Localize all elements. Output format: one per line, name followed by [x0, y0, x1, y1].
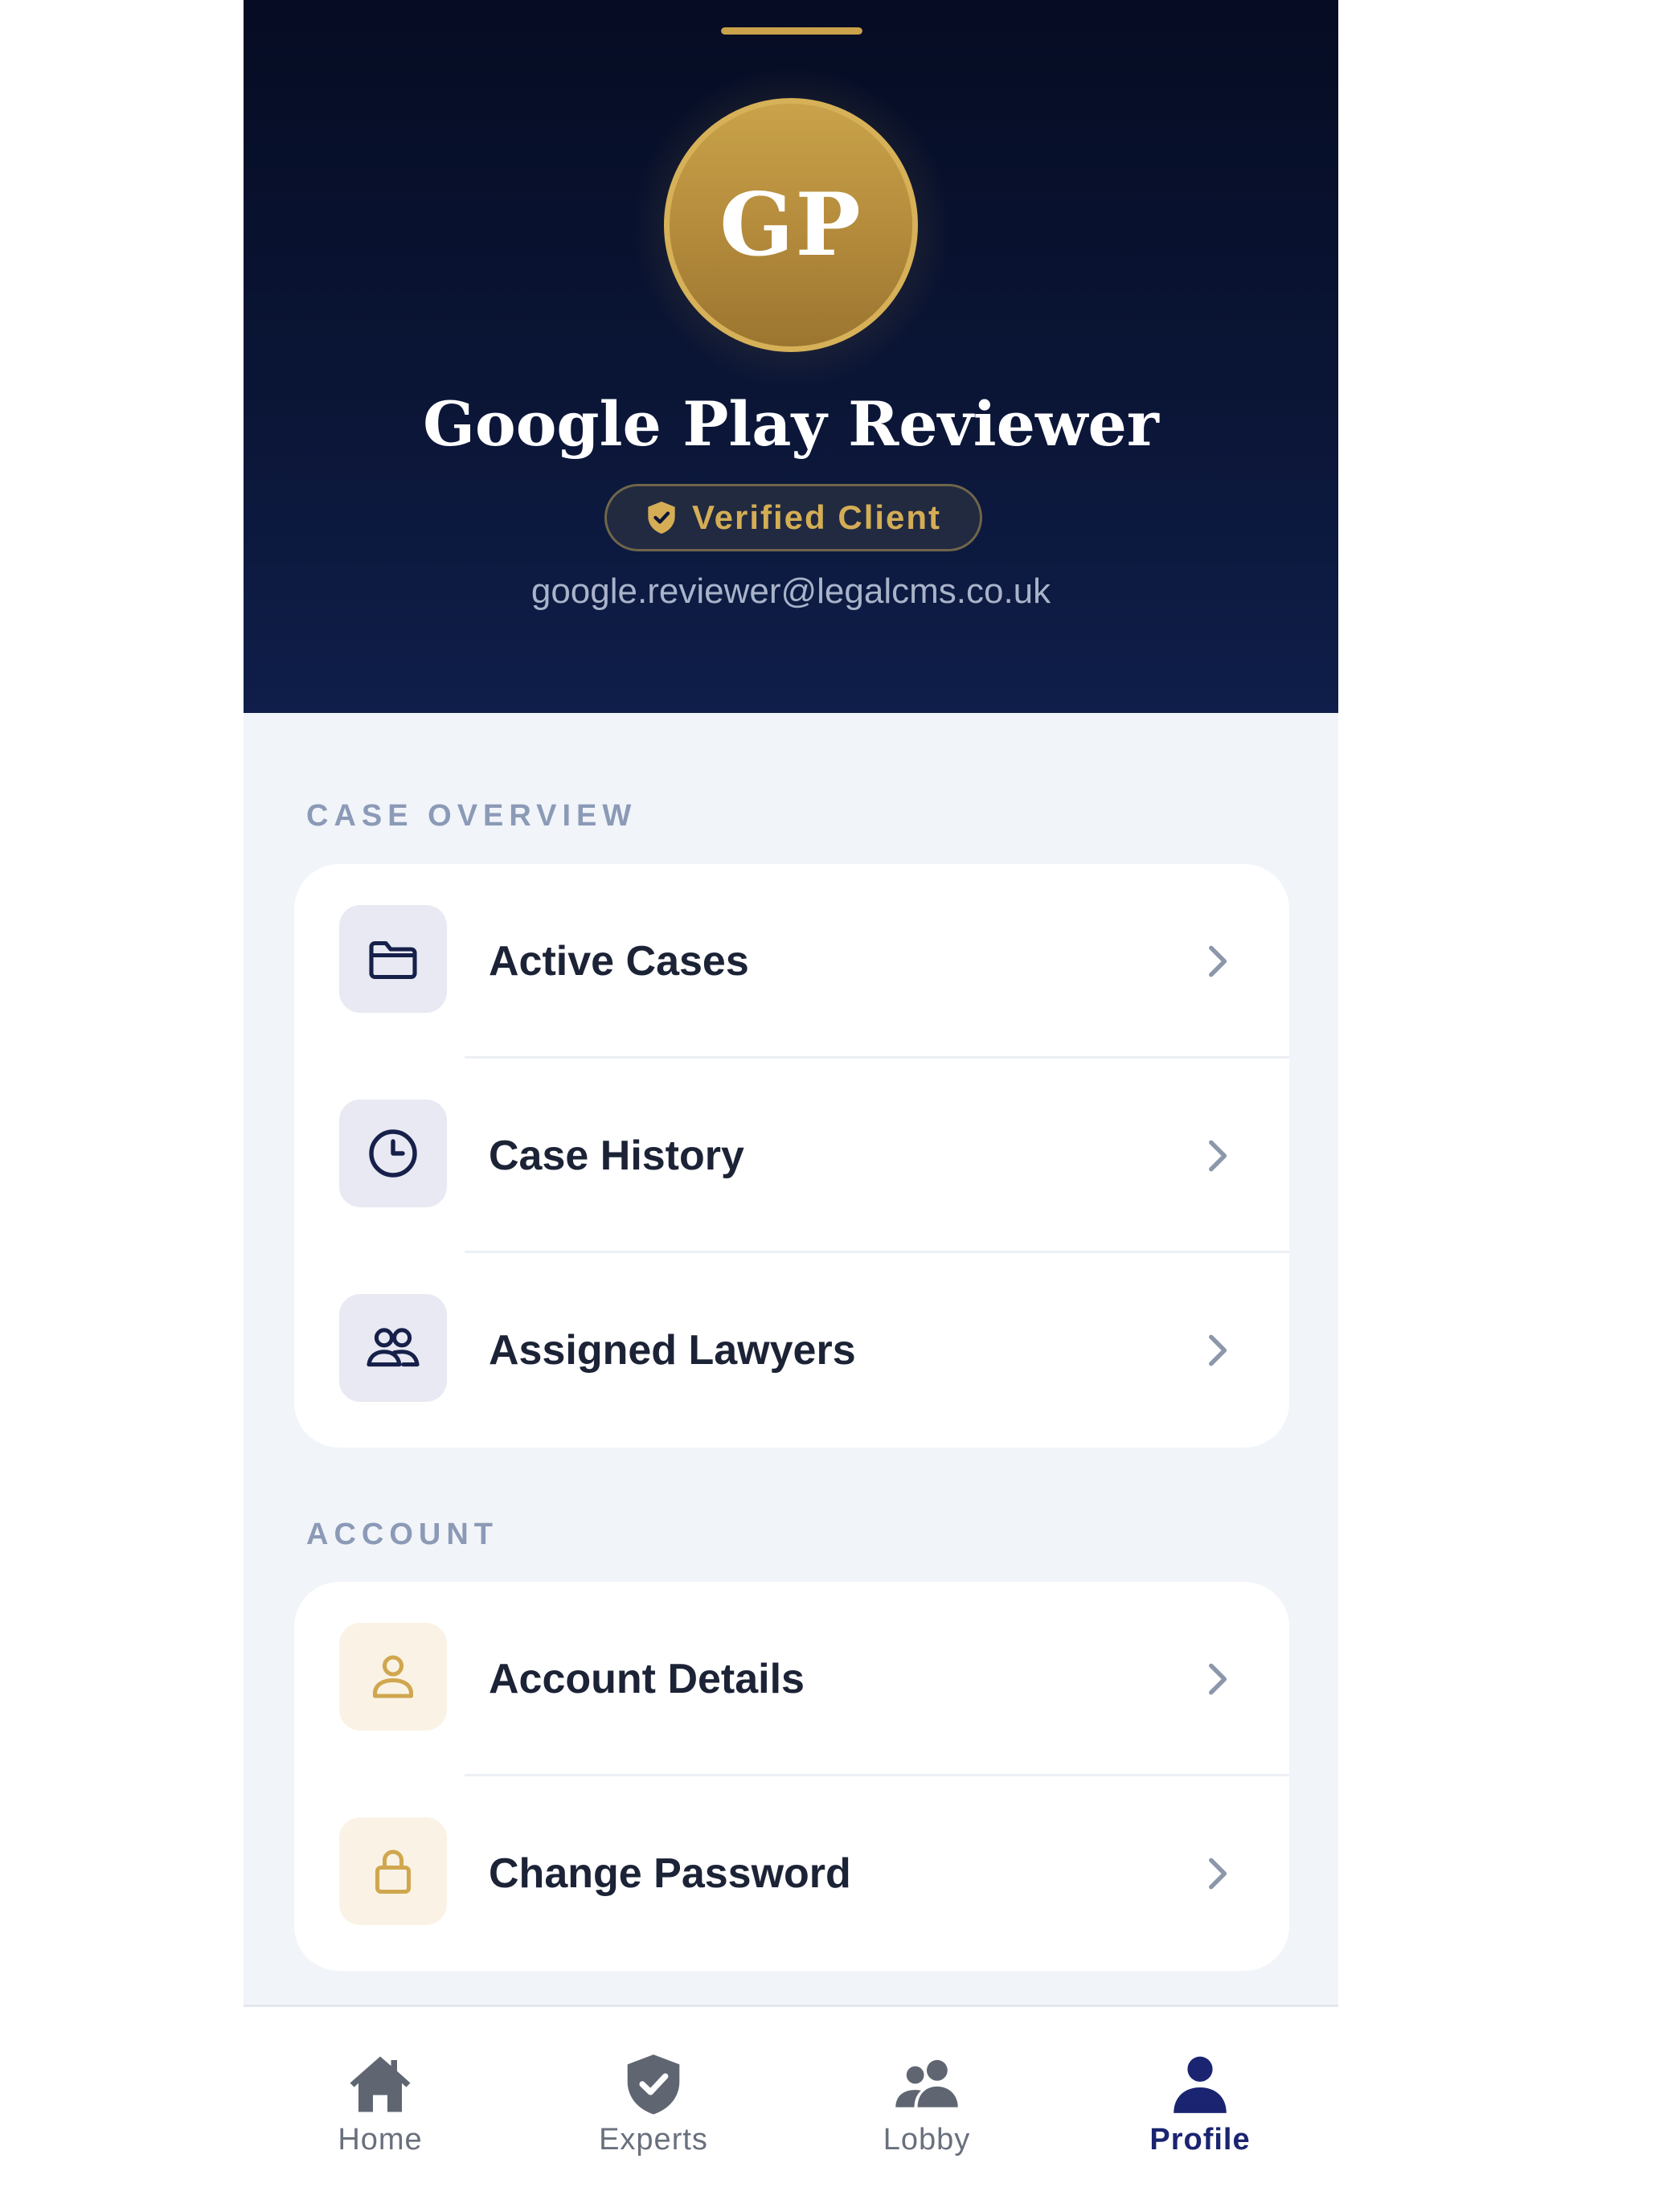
tab-label: Lobby	[883, 2123, 971, 2157]
menu-item-change-password[interactable]: Change Password	[294, 1776, 1289, 1971]
users-icon	[367, 1328, 420, 1367]
chevron-right-icon	[1209, 1140, 1227, 1172]
menu-item-label: Case History	[489, 1133, 744, 1179]
tab-profile[interactable]: Profile	[1063, 2007, 1337, 2168]
chevron-right-icon	[1209, 1858, 1227, 1890]
menu-item-label: Active Cases	[489, 938, 749, 985]
shield-check-icon	[627, 2054, 680, 2115]
lock-icon	[375, 1849, 412, 1895]
users-icon-container	[339, 1294, 447, 1402]
chevron-right-icon	[1209, 1334, 1227, 1366]
tab-home[interactable]: Home	[244, 2007, 517, 2168]
user-icon-container	[339, 1623, 447, 1731]
user-name: Google Play Reviewer	[423, 388, 1159, 460]
people-icon	[895, 2059, 958, 2108]
user-email: google.reviewer@legalcms.co.uk	[530, 571, 1051, 611]
bottom-tab-bar: Home Experts Lobby Profile	[244, 2005, 1338, 2212]
folder-icon-container	[339, 905, 447, 1013]
section-title-case-overview: CASE OVERVIEW	[306, 799, 637, 833]
verified-badge: Verified Client	[604, 484, 982, 551]
profile-header: GP Google Play Reviewer Verified Client …	[244, 0, 1338, 713]
menu-item-account-details[interactable]: Account Details	[294, 1582, 1289, 1776]
user-icon	[372, 1655, 414, 1698]
chevron-right-icon	[1209, 945, 1227, 977]
tab-label: Profile	[1149, 2123, 1251, 2157]
folder-icon	[369, 940, 417, 980]
badge-label: Verified Client	[691, 498, 942, 536]
menu-item-assigned-lawyers[interactable]: Assigned Lawyers	[294, 1253, 1289, 1448]
tab-experts[interactable]: Experts	[517, 2007, 790, 2168]
shield-check-icon	[648, 502, 675, 534]
tab-label: Experts	[599, 2123, 708, 2157]
avatar[interactable]: GP	[664, 98, 918, 352]
account-card: Account Details Change Password	[294, 1582, 1289, 1971]
home-icon	[350, 2056, 411, 2112]
menu-item-active-cases[interactable]: Active Cases	[294, 864, 1289, 1059]
tab-lobby[interactable]: Lobby	[790, 2007, 1063, 2168]
drag-handle[interactable]	[721, 27, 862, 35]
menu-item-label: Assigned Lawyers	[489, 1327, 856, 1374]
menu-item-case-history[interactable]: Case History	[294, 1059, 1289, 1253]
clock-icon-container	[339, 1100, 447, 1207]
section-title-account: ACCOUNT	[306, 1518, 498, 1551]
menu-item-label: Change Password	[489, 1850, 851, 1897]
profile-screen: GP Google Play Reviewer Verified Client …	[244, 0, 1338, 2212]
lock-icon-container	[339, 1817, 447, 1925]
menu-item-label: Account Details	[489, 1656, 805, 1702]
case-overview-card: Active Cases Case History Assigned Lawye…	[294, 864, 1289, 1448]
person-icon	[1174, 2056, 1227, 2113]
chevron-right-icon	[1209, 1663, 1227, 1695]
clock-icon	[369, 1129, 417, 1178]
tab-label: Home	[338, 2123, 423, 2157]
avatar-initials: GP	[719, 174, 862, 276]
